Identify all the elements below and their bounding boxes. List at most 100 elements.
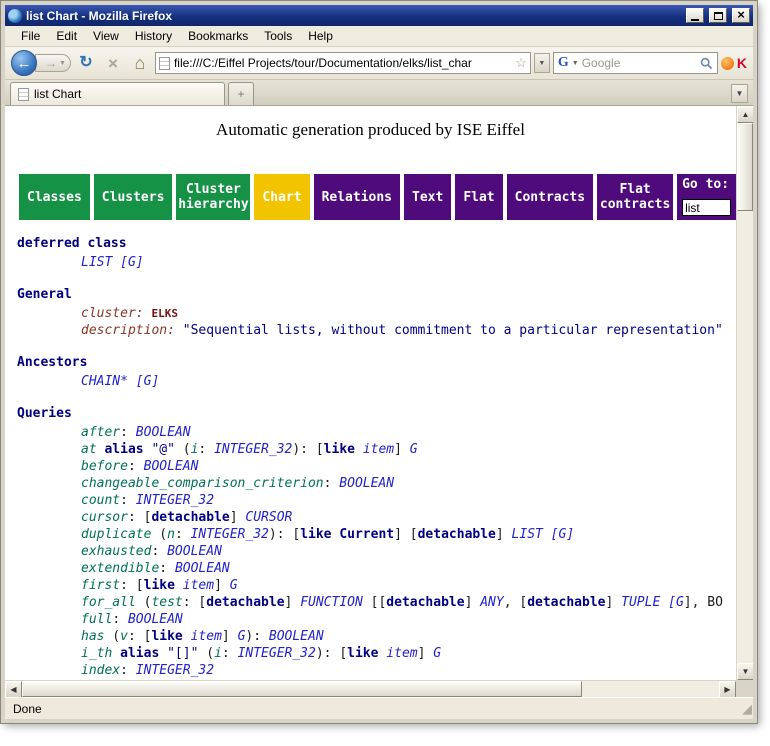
class-link[interactable]: G [230, 578, 238, 593]
vertical-scroll-track[interactable] [737, 211, 753, 663]
class-link[interactable]: BOOLEAN [269, 629, 324, 644]
menu-help[interactable]: Help [300, 27, 341, 45]
class-link[interactable]: INTEGER_32 [191, 527, 269, 542]
class-link[interactable]: ] [151, 374, 159, 389]
goto-input[interactable] [682, 199, 731, 216]
scroll-up-button[interactable]: ▲ [737, 106, 754, 123]
section-heading-deferred-class: deferred class [17, 235, 736, 252]
menu-history[interactable]: History [127, 27, 180, 45]
code-line: has (v: [like item] G): BOOLEAN [17, 628, 736, 645]
list-all-tabs-button[interactable]: ▼ [731, 84, 748, 103]
code-token: alias [120, 646, 159, 661]
class-link[interactable]: BOOLEAN [136, 425, 191, 440]
forward-button[interactable]: →▼ [35, 54, 71, 72]
class-link[interactable]: item [363, 442, 394, 457]
home-button[interactable]: ⌂ [128, 51, 152, 75]
scroll-left-button[interactable]: ◀ [5, 681, 22, 698]
nav-button-clusters[interactable]: Clusters [94, 174, 173, 220]
feature-name: first [81, 578, 120, 593]
url-text[interactable]: file:///C:/Eiffel Projects/tour/Document… [174, 56, 511, 70]
class-link[interactable]: [ [543, 527, 559, 542]
horizontal-scrollbar[interactable]: ◀ ▶ [5, 680, 753, 697]
nav-button-chart[interactable]: Chart [254, 174, 309, 220]
tab-list-chart[interactable]: list Chart [10, 82, 225, 105]
nav-button-flat-contracts[interactable]: Flat contracts [597, 174, 673, 220]
stop-button[interactable]: × [101, 51, 125, 75]
class-link[interactable]: ] [566, 527, 574, 542]
code-token: ] [230, 510, 246, 525]
nav-button-contracts[interactable]: Contracts [507, 174, 593, 220]
class-link[interactable]: CURSOR [245, 510, 292, 525]
nav-button-cluster-hierarchy[interactable]: Cluster hierarchy [176, 174, 250, 220]
code-token: ] [605, 595, 621, 610]
class-link[interactable]: G [433, 646, 441, 661]
class-link[interactable]: G [410, 442, 418, 457]
google-engine-icon[interactable]: G [558, 55, 569, 71]
scroll-down-button[interactable]: ▼ [737, 663, 754, 680]
menu-view[interactable]: View [85, 27, 127, 45]
bookmark-star-icon[interactable]: ☆ [515, 55, 527, 71]
class-link[interactable]: BOOLEAN [175, 561, 230, 576]
scrollbar-corner [736, 681, 753, 697]
addon-orange-icon[interactable] [721, 57, 734, 70]
horizontal-scroll-thumb[interactable] [22, 681, 582, 697]
resize-grip[interactable]: ◢ [742, 702, 753, 715]
url-dropdown-button[interactable]: ▼ [534, 53, 550, 73]
class-link[interactable]: LIST [512, 527, 543, 542]
class-link[interactable]: CHAIN* [81, 374, 128, 389]
class-link[interactable]: [ [128, 374, 144, 389]
nav-button-classes[interactable]: Classes [19, 174, 90, 220]
vertical-scroll-thumb[interactable] [737, 123, 753, 211]
nav-button-flat[interactable]: Flat [455, 174, 502, 220]
menu-bookmarks[interactable]: Bookmarks [180, 27, 256, 45]
nav-button-text[interactable]: Text [404, 174, 451, 220]
class-link[interactable]: INTEGER_32 [136, 493, 214, 508]
menu-tools[interactable]: Tools [256, 27, 300, 45]
search-box[interactable]: G ▼ Google [553, 52, 718, 74]
horizontal-scroll-track[interactable] [582, 681, 719, 697]
code-token: ] [418, 646, 434, 661]
class-link[interactable]: INTEGER_32 [136, 663, 214, 678]
url-bar[interactable]: file:///C:/Eiffel Projects/tour/Document… [155, 52, 531, 74]
class-link[interactable]: INTEGER_32 [238, 646, 316, 661]
addon-k-icon[interactable]: K [737, 55, 747, 71]
class-link[interactable]: BOOLEAN [144, 459, 199, 474]
class-link[interactable]: [ [112, 255, 128, 270]
class-link[interactable]: TUPLE [621, 595, 660, 610]
new-tab-stub[interactable]: + [228, 82, 254, 105]
feature-name: full [81, 612, 112, 627]
menu-file[interactable]: File [13, 27, 48, 45]
class-link[interactable]: BOOLEAN [167, 544, 222, 559]
minimize-button[interactable] [686, 8, 704, 23]
class-link[interactable]: FUNCTION [300, 595, 363, 610]
scroll-right-button[interactable]: ▶ [719, 681, 736, 698]
class-link[interactable]: INTEGER_32 [214, 442, 292, 457]
maximize-button[interactable] [709, 8, 727, 23]
navigation-toolbar: ← →▼ ↻ × ⌂ file:///C:/Eiffel Projects/to… [5, 47, 753, 80]
class-link[interactable]: item [191, 629, 222, 644]
code-token: : [167, 323, 183, 338]
class-link[interactable]: ANY [480, 595, 503, 610]
feature-name: index [81, 663, 120, 678]
class-link[interactable]: G [128, 255, 136, 270]
class-link[interactable]: item [183, 578, 214, 593]
nav-button-relations[interactable]: Relations [314, 174, 400, 220]
close-icon: × [737, 8, 745, 21]
menu-edit[interactable]: Edit [48, 27, 85, 45]
class-link[interactable]: item [386, 646, 417, 661]
class-link[interactable]: G [676, 595, 684, 610]
class-link[interactable]: BOOLEAN [128, 612, 183, 627]
search-magnifier-icon[interactable] [700, 57, 713, 70]
feature-name: at [81, 442, 97, 457]
class-link[interactable]: ] [136, 255, 144, 270]
class-link[interactable]: BOOLEAN [339, 476, 394, 491]
reload-button[interactable]: ↻ [74, 51, 98, 75]
back-button[interactable]: ← [11, 50, 37, 76]
class-link[interactable]: [ [660, 595, 676, 610]
vertical-scrollbar[interactable]: ▲ ▼ [736, 106, 753, 680]
close-button[interactable]: × [732, 8, 750, 23]
forward-dropdown-icon[interactable]: ▼ [59, 60, 66, 67]
search-engine-dropdown-icon[interactable]: ▼ [572, 60, 579, 67]
search-input[interactable]: Google [582, 56, 697, 70]
class-link[interactable]: LIST [81, 255, 112, 270]
